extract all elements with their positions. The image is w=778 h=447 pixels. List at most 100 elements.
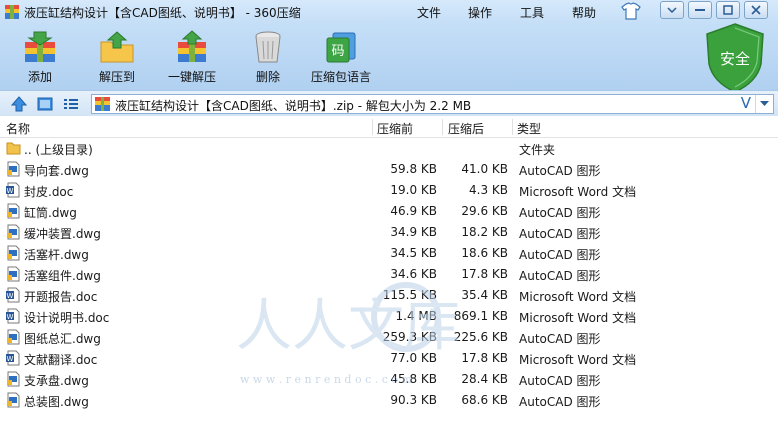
file-size: 45.8 KB [390,372,437,386]
column-divider[interactable] [512,119,513,135]
file-row[interactable]: W 开题报告.doc 115.5 KB 35.4 KB Microsoft Word 文… [0,285,778,306]
maximize-button[interactable] [716,1,740,19]
file-name: 支承盘.dwg [24,374,89,388]
file-row[interactable]: 支承盘.dwg 45.8 KB 28.4 KB AutoCAD 图形 [0,369,778,390]
dwg-icon [7,266,20,282]
up-arrow-icon[interactable] [10,95,28,113]
file-type: AutoCAD 图形 [519,269,601,283]
file-size: 59.8 KB [390,162,437,176]
column-divider[interactable] [442,119,443,135]
path-field[interactable]: 液压缸结构设计【含CAD图纸、说明书】.zip - 解包大小为 2.2 MB V [91,94,774,114]
one-click-extract-icon [178,30,206,62]
file-type: Microsoft Word 文档 [519,185,637,199]
extract-to-button[interactable]: 解压到 [97,30,137,85]
skin-shirt-icon[interactable] [620,2,642,20]
language-code-icon: 码 [326,32,356,63]
file-name: 开题报告.doc [24,290,98,304]
file-packed-size: 17.8 KB [461,351,508,365]
add-button[interactable]: 添加 [20,30,60,85]
file-row[interactable]: 缸筒.dwg 46.9 KB 29.6 KB AutoCAD 图形 [0,201,778,222]
column-name[interactable]: 名称 [6,120,30,137]
window-title: 液压缸结构设计【含CAD图纸、说明书】 - 360压缩 [24,6,301,20]
dwg-icon [7,371,20,387]
file-name: 设计说明书.doc [24,311,110,325]
menu-help[interactable]: 帮助 [568,3,600,22]
column-divider[interactable] [372,119,373,135]
file-row[interactable]: 活塞杆.dwg 34.5 KB 18.6 KB AutoCAD 图形 [0,243,778,264]
file-size: 19.0 KB [390,183,437,197]
file-size: 34.9 KB [390,225,437,239]
file-type: 文件夹 [519,143,556,157]
delete-button[interactable]: 删除 [248,30,288,85]
path-text: 液压缸结构设计【含CAD图纸、说明书】.zip - 解包大小为 2.2 MB [115,99,472,113]
title-bar: 液压缸结构设计【含CAD图纸、说明书】 - 360压缩 文件 操作 工具 帮助 [0,0,778,24]
file-name: 活塞组件.dwg [24,269,101,283]
dwg-icon [7,392,20,408]
file-name: 缓冲装置.dwg [24,227,101,241]
doc-icon: W [6,350,20,366]
doc-icon: W [6,287,20,303]
file-size: 90.3 KB [390,393,437,407]
file-name: 导向套.dwg [24,164,89,178]
file-packed-size: 869.1 KB [453,309,508,323]
dwg-icon [7,161,20,177]
file-row[interactable]: W 设计说明书.doc 1.4 MB 869.1 KB Microsoft Word 文… [0,306,778,327]
column-packed[interactable]: 压缩后 [448,120,484,137]
file-type: AutoCAD 图形 [519,227,601,241]
file-row[interactable]: W 封皮.doc 19.0 KB 4.3 KB Microsoft Word 文档 [0,180,778,201]
menu-bar-tools: 工具 [516,3,548,22]
file-size: 115.5 KB [382,288,437,302]
file-name: 图纸总汇.dwg [24,332,101,346]
file-packed-size: 35.4 KB [461,288,508,302]
column-size[interactable]: 压缩前 [377,120,413,137]
file-packed-size: 4.3 KB [469,183,508,197]
close-button[interactable] [744,1,768,19]
svg-text:W: W [7,313,14,321]
file-row[interactable]: 图纸总汇.dwg 259.3 KB 225.6 KB AutoCAD 图形 [0,327,778,348]
file-packed-size: 225.6 KB [453,330,508,344]
file-type: AutoCAD 图形 [519,374,601,388]
add-archive-icon [25,31,55,62]
file-name: 总装图.dwg [24,395,89,409]
minimize-button[interactable] [688,1,712,19]
file-row[interactable]: 总装图.dwg 90.3 KB 68.6 KB AutoCAD 图形 [0,390,778,411]
file-row[interactable]: 缓冲装置.dwg 34.9 KB 18.2 KB AutoCAD 图形 [0,222,778,243]
file-packed-size: 68.6 KB [461,393,508,407]
archive-language-button[interactable]: 码 压缩包语言 [311,30,371,85]
column-header: 名称 压缩前 压缩后 类型 [0,117,778,138]
svg-text:W: W [7,355,14,363]
file-row[interactable]: .. (上级目录) 文件夹 [0,138,778,159]
dwg-icon [7,224,20,240]
file-type: Microsoft Word 文档 [519,311,637,325]
file-packed-size: 41.0 KB [461,162,508,176]
language-icon-glyph: 码 [331,44,344,59]
file-row[interactable]: 活塞组件.dwg 34.6 KB 17.8 KB AutoCAD 图形 [0,264,778,285]
file-row[interactable]: W 文献翻译.doc 77.0 KB 17.8 KB Microsoft Word 文档 [0,348,778,369]
archive-app-icon [5,5,19,19]
file-name: 文献翻译.doc [24,353,98,367]
menu-tools[interactable]: 工具 [516,3,548,22]
list-view-icon[interactable] [62,95,80,113]
file-row[interactable]: 导向套.dwg 59.8 KB 41.0 KB AutoCAD 图形 [0,159,778,180]
file-name: 缸筒.dwg [24,206,77,220]
path-dropdown-button[interactable] [755,95,773,113]
file-name: 活塞杆.dwg [24,248,89,262]
svg-text:W: W [7,292,14,300]
file-packed-size: 18.6 KB [461,246,508,260]
file-packed-size: 29.6 KB [461,204,508,218]
archive-language-label: 压缩包语言 [311,70,372,84]
safe-shield-badge[interactable]: 安全 [703,22,767,94]
column-type[interactable]: 类型 [517,120,541,137]
menu-operate[interactable]: 操作 [464,3,496,22]
svg-text:W: W [7,187,14,195]
doc-icon: W [6,182,20,198]
file-size: 46.9 KB [390,204,437,218]
menu-dropdown-button[interactable] [660,1,684,19]
thumbnail-view-icon[interactable] [36,95,54,113]
menu-file[interactable]: 文件 [413,3,445,22]
safe-badge-label: 安全 [720,50,750,68]
file-type: Microsoft Word 文档 [519,353,637,367]
one-click-extract-button[interactable]: 一键解压 [168,30,216,85]
dwg-icon [7,245,20,261]
dwg-icon [7,203,20,219]
